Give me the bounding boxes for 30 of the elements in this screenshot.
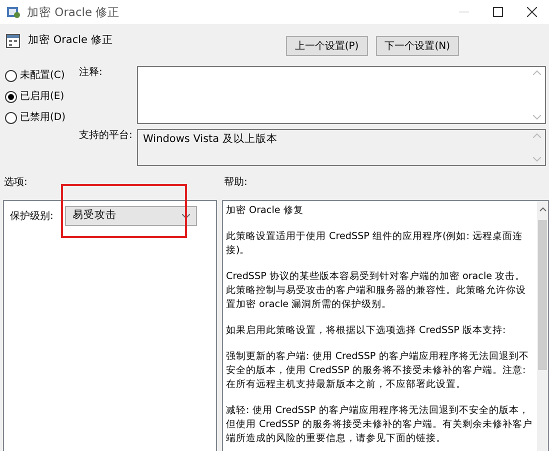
help-paragraph: 如果启用此策略设置，将根据以下选项选择 CredSSP 版本支持: xyxy=(226,324,507,338)
scrollbar-thumb[interactable] xyxy=(538,220,547,370)
nav-button[interactable]: 下一个设置(N) xyxy=(376,36,459,56)
window-title: 加密 Oracle 修正 xyxy=(27,4,120,20)
policy-icon xyxy=(6,5,21,19)
options-heading: 选项: xyxy=(4,176,28,189)
help-paragraph: 加密 Oracle 修复 xyxy=(226,204,304,218)
radio-button[interactable] xyxy=(5,90,17,102)
maximize-icon[interactable] xyxy=(493,7,503,17)
radio-label[interactable]: 已启用(E) xyxy=(20,90,64,103)
nav-button[interactable]: 上一个设置(P) xyxy=(286,36,368,56)
chevron-down-icon xyxy=(182,214,190,218)
comment-label: 注释: xyxy=(79,66,104,80)
platform-value: Windows Vista 及以上版本 xyxy=(143,133,278,145)
help-heading: 帮助: xyxy=(224,176,248,189)
protection-level-dropdown[interactable]: 易受攻击 xyxy=(65,206,198,226)
help-paragraph: 此策略设置适用于使用 CredSSP 组件的应用程序(例如: 远程桌面连接)。 xyxy=(226,230,524,258)
close-icon[interactable] xyxy=(527,7,537,17)
radio-button[interactable] xyxy=(5,112,17,124)
protection-level-label: 保护级别: xyxy=(10,210,54,222)
help-paragraph: 强制更新的客户端: 使用 CredSSP 的客户端应用程序将无法回退到不安全的版本，使用 CredSSP 的服务将不接受未修补的客户端。注意: 在所有远程主机支持最新版本之前，不应部署此设置。 xyxy=(226,350,530,392)
radio-button[interactable] xyxy=(5,70,17,82)
help-paragraph: CredSSP 协议的某些版本容易受到针对客户端的加密 oracle 攻击。此策略控制与易受攻击的客户端和服务器的兼容性。此策略允许你设置加密 oracle 漏洞所需的保护级别。 xyxy=(226,270,527,312)
platform-label: 支持的平台: xyxy=(79,129,134,143)
help-paragraph: 减轻: 使用 CredSSP 的客户端应用程序将无法回退到不安全的版本，但使用 CredSSP 的服务将接受未修补的客户端。有关剩余未修补客户端所造成的风险的重要信息，请参见下面的链接。 xyxy=(226,404,534,446)
policy-title: 加密 Oracle 修正 xyxy=(28,34,113,48)
scroll-up-icon[interactable] xyxy=(538,206,546,212)
radio-label[interactable]: 已禁用(D) xyxy=(20,111,66,124)
radio-label[interactable]: 未配置(C) xyxy=(20,69,65,82)
policy-icon xyxy=(6,34,20,48)
